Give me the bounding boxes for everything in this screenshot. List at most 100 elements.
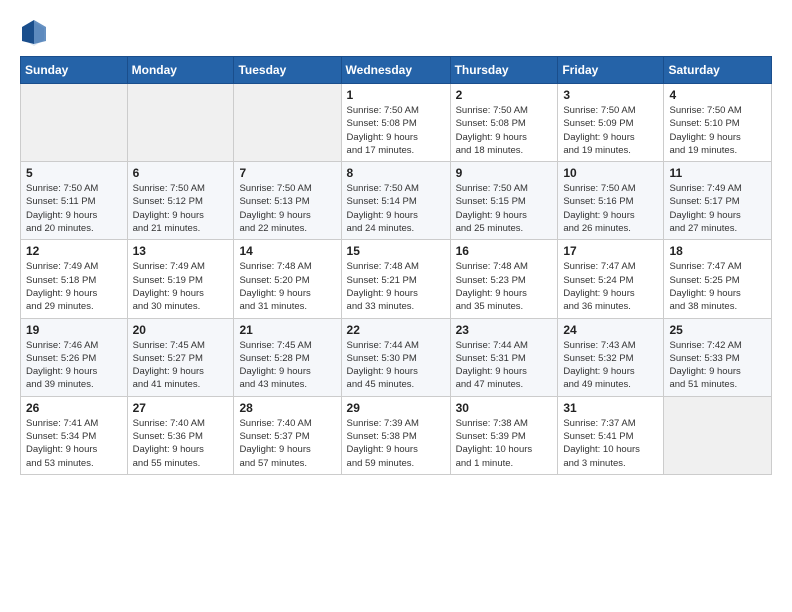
day-number: 8 (347, 166, 445, 180)
day-number: 12 (26, 244, 122, 258)
day-info: Sunrise: 7:49 AM Sunset: 5:18 PM Dayligh… (26, 260, 122, 313)
day-number: 11 (669, 166, 766, 180)
calendar-cell: 22 Sunrise: 7:44 AM Sunset: 5:30 PM Dayli… (341, 318, 450, 396)
day-number: 19 (26, 323, 122, 337)
day-number: 7 (239, 166, 335, 180)
calendar-cell: 21Sunrise: 7:45 AM Sunset: 5:28 PM Dayli… (234, 318, 341, 396)
calendar-cell: 30 Sunrise: 7:38 AM Sunset: 5:39 PM Dayli… (450, 396, 558, 474)
calendar-cell: 23 Sunrise: 7:44 AM Sunset: 5:31 PM Dayli… (450, 318, 558, 396)
day-number: 25 (669, 323, 766, 337)
day-number: 23 (456, 323, 553, 337)
day-info: Sunrise: 7:50 AM Sunset: 5:14 PM Dayligh… (347, 182, 445, 235)
calendar-week-row: 26 Sunrise: 7:41 AM Sunset: 5:34 PM Dayli… (21, 396, 772, 474)
calendar-cell: 10Sunrise: 7:50 AM Sunset: 5:16 PM Dayli… (558, 162, 664, 240)
day-info: Sunrise: 7:48 AM Sunset: 5:20 PM Dayligh… (239, 260, 335, 313)
calendar-cell: 1Sunrise: 7:50 AM Sunset: 5:08 PM Daylig… (341, 84, 450, 162)
day-number: 17 (563, 244, 658, 258)
day-info: Sunrise: 7:43 AM Sunset: 5:32 PM Dayligh… (563, 339, 658, 392)
calendar-cell: 6Sunrise: 7:50 AM Sunset: 5:12 PM Daylig… (127, 162, 234, 240)
calendar-table: SundayMondayTuesdayWednesdayThursdayFrid… (20, 56, 772, 475)
calendar-cell: 7 Sunrise: 7:50 AM Sunset: 5:13 PM Daylig… (234, 162, 341, 240)
day-number: 20 (133, 323, 229, 337)
calendar-cell: 27 Sunrise: 7:40 AM Sunset: 5:36 PM Dayli… (127, 396, 234, 474)
calendar-cell: 13Sunrise: 7:49 AM Sunset: 5:19 PM Dayli… (127, 240, 234, 318)
day-number: 14 (239, 244, 335, 258)
day-info: Sunrise: 7:45 AM Sunset: 5:27 PM Dayligh… (133, 339, 229, 392)
calendar-cell: 8 Sunrise: 7:50 AM Sunset: 5:14 PM Daylig… (341, 162, 450, 240)
page: SundayMondayTuesdayWednesdayThursdayFrid… (0, 0, 792, 493)
header (20, 18, 772, 46)
day-info: Sunrise: 7:50 AM Sunset: 5:08 PM Dayligh… (456, 104, 553, 157)
calendar-cell: 31 Sunrise: 7:37 AM Sunset: 5:41 PM Dayli… (558, 396, 664, 474)
day-info: Sunrise: 7:44 AM Sunset: 5:31 PM Dayligh… (456, 339, 553, 392)
day-number: 15 (347, 244, 445, 258)
day-number: 16 (456, 244, 553, 258)
day-info: Sunrise: 7:38 AM Sunset: 5:39 PM Dayligh… (456, 417, 553, 470)
weekday-header: Saturday (664, 57, 772, 84)
calendar-cell: 14 Sunrise: 7:48 AM Sunset: 5:20 PM Dayli… (234, 240, 341, 318)
day-info: Sunrise: 7:49 AM Sunset: 5:17 PM Dayligh… (669, 182, 766, 235)
day-number: 27 (133, 401, 229, 415)
calendar-cell: 20 Sunrise: 7:45 AM Sunset: 5:27 PM Dayli… (127, 318, 234, 396)
calendar-cell: 19 Sunrise: 7:46 AM Sunset: 5:26 PM Dayli… (21, 318, 128, 396)
calendar-cell: 5Sunrise: 7:50 AM Sunset: 5:11 PM Daylig… (21, 162, 128, 240)
day-info: Sunrise: 7:50 AM Sunset: 5:09 PM Dayligh… (563, 104, 658, 157)
day-number: 10 (563, 166, 658, 180)
calendar-cell (127, 84, 234, 162)
day-info: Sunrise: 7:44 AM Sunset: 5:30 PM Dayligh… (347, 339, 445, 392)
day-number: 24 (563, 323, 658, 337)
calendar-cell: 12 Sunrise: 7:49 AM Sunset: 5:18 PM Dayli… (21, 240, 128, 318)
day-info: Sunrise: 7:39 AM Sunset: 5:38 PM Dayligh… (347, 417, 445, 470)
day-info: Sunrise: 7:47 AM Sunset: 5:25 PM Dayligh… (669, 260, 766, 313)
day-number: 22 (347, 323, 445, 337)
weekday-header: Sunday (21, 57, 128, 84)
day-info: Sunrise: 7:48 AM Sunset: 5:21 PM Dayligh… (347, 260, 445, 313)
day-info: Sunrise: 7:50 AM Sunset: 5:08 PM Dayligh… (347, 104, 445, 157)
logo-icon (20, 18, 48, 46)
calendar-cell: 11 Sunrise: 7:49 AM Sunset: 5:17 PM Dayli… (664, 162, 772, 240)
day-info: Sunrise: 7:42 AM Sunset: 5:33 PM Dayligh… (669, 339, 766, 392)
day-number: 5 (26, 166, 122, 180)
day-number: 31 (563, 401, 658, 415)
day-info: Sunrise: 7:37 AM Sunset: 5:41 PM Dayligh… (563, 417, 658, 470)
day-info: Sunrise: 7:40 AM Sunset: 5:36 PM Dayligh… (133, 417, 229, 470)
day-info: Sunrise: 7:50 AM Sunset: 5:15 PM Dayligh… (456, 182, 553, 235)
calendar-cell: 17 Sunrise: 7:47 AM Sunset: 5:24 PM Dayli… (558, 240, 664, 318)
calendar-week-row: 1Sunrise: 7:50 AM Sunset: 5:08 PM Daylig… (21, 84, 772, 162)
calendar-week-row: 12 Sunrise: 7:49 AM Sunset: 5:18 PM Dayli… (21, 240, 772, 318)
day-number: 30 (456, 401, 553, 415)
day-number: 18 (669, 244, 766, 258)
calendar-cell (234, 84, 341, 162)
calendar-cell: 29 Sunrise: 7:39 AM Sunset: 5:38 PM Dayli… (341, 396, 450, 474)
calendar-header-row: SundayMondayTuesdayWednesdayThursdayFrid… (21, 57, 772, 84)
weekday-header: Thursday (450, 57, 558, 84)
day-info: Sunrise: 7:41 AM Sunset: 5:34 PM Dayligh… (26, 417, 122, 470)
calendar-cell (664, 396, 772, 474)
day-number: 21 (239, 323, 335, 337)
day-number: 26 (26, 401, 122, 415)
weekday-header: Wednesday (341, 57, 450, 84)
day-info: Sunrise: 7:50 AM Sunset: 5:12 PM Dayligh… (133, 182, 229, 235)
calendar-week-row: 19 Sunrise: 7:46 AM Sunset: 5:26 PM Dayli… (21, 318, 772, 396)
calendar-cell: 15 Sunrise: 7:48 AM Sunset: 5:21 PM Dayli… (341, 240, 450, 318)
day-info: Sunrise: 7:47 AM Sunset: 5:24 PM Dayligh… (563, 260, 658, 313)
calendar-cell: 3 Sunrise: 7:50 AM Sunset: 5:09 PM Daylig… (558, 84, 664, 162)
day-number: 2 (456, 88, 553, 102)
calendar-cell: 26 Sunrise: 7:41 AM Sunset: 5:34 PM Dayli… (21, 396, 128, 474)
day-number: 4 (669, 88, 766, 102)
calendar-cell: 4Sunrise: 7:50 AM Sunset: 5:10 PM Daylig… (664, 84, 772, 162)
calendar-cell: 18 Sunrise: 7:47 AM Sunset: 5:25 PM Dayli… (664, 240, 772, 318)
logo (20, 18, 52, 46)
day-number: 9 (456, 166, 553, 180)
day-info: Sunrise: 7:48 AM Sunset: 5:23 PM Dayligh… (456, 260, 553, 313)
calendar-week-row: 5Sunrise: 7:50 AM Sunset: 5:11 PM Daylig… (21, 162, 772, 240)
day-number: 29 (347, 401, 445, 415)
day-number: 3 (563, 88, 658, 102)
day-info: Sunrise: 7:46 AM Sunset: 5:26 PM Dayligh… (26, 339, 122, 392)
day-number: 28 (239, 401, 335, 415)
calendar-cell: 16 Sunrise: 7:48 AM Sunset: 5:23 PM Dayli… (450, 240, 558, 318)
calendar-cell: 24 Sunrise: 7:43 AM Sunset: 5:32 PM Dayli… (558, 318, 664, 396)
day-info: Sunrise: 7:50 AM Sunset: 5:13 PM Dayligh… (239, 182, 335, 235)
day-number: 13 (133, 244, 229, 258)
calendar-cell: 28Sunrise: 7:40 AM Sunset: 5:37 PM Dayli… (234, 396, 341, 474)
